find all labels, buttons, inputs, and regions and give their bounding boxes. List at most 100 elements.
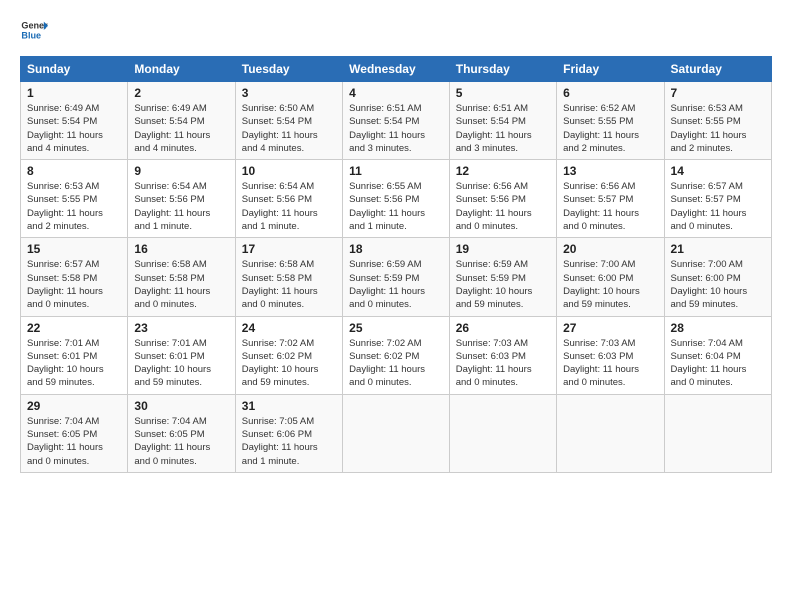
day-number: 25 (349, 321, 443, 335)
day-number: 27 (563, 321, 657, 335)
day-number: 17 (242, 242, 336, 256)
table-row: 22 Sunrise: 7:01 AMSunset: 6:01 PMDayligh… (21, 316, 128, 394)
day-number: 21 (671, 242, 765, 256)
day-detail: Sunrise: 6:55 AMSunset: 5:56 PMDaylight:… (349, 180, 443, 233)
day-number: 8 (27, 164, 121, 178)
day-detail: Sunrise: 6:52 AMSunset: 5:55 PMDaylight:… (563, 102, 657, 155)
calendar-table: Sunday Monday Tuesday Wednesday Thursday… (20, 56, 772, 473)
calendar-row: 8 Sunrise: 6:53 AMSunset: 5:55 PMDaylight… (21, 160, 772, 238)
table-row: 13Sunrise: 6:56 AMSunset: 5:57 PMDayligh… (557, 160, 664, 238)
day-number: 5 (456, 86, 550, 100)
day-number: 14 (671, 164, 765, 178)
day-detail: Sunrise: 6:54 AMSunset: 5:56 PMDaylight:… (242, 180, 336, 233)
table-row: 1 Sunrise: 6:49 AMSunset: 5:54 PMDaylight… (21, 82, 128, 160)
table-row (343, 394, 450, 472)
table-row (557, 394, 664, 472)
table-row: 31 Sunrise: 7:05 AMSunset: 6:06 PMDayligh… (235, 394, 342, 472)
table-row: 30 Sunrise: 7:04 AMSunset: 6:05 PMDayligh… (128, 394, 235, 472)
table-row: 16 Sunrise: 6:58 AMSunset: 5:58 PMDayligh… (128, 238, 235, 316)
day-detail: Sunrise: 7:03 AMSunset: 6:03 PMDaylight:… (456, 337, 550, 390)
header-row: Sunday Monday Tuesday Wednesday Thursday… (21, 57, 772, 82)
table-row: 18Sunrise: 6:59 AMSunset: 5:59 PMDayligh… (343, 238, 450, 316)
day-number: 13 (563, 164, 657, 178)
table-row: 19Sunrise: 6:59 AMSunset: 5:59 PMDayligh… (449, 238, 556, 316)
day-number: 22 (27, 321, 121, 335)
day-detail: Sunrise: 7:04 AMSunset: 6:05 PMDaylight:… (27, 415, 121, 468)
day-number: 2 (134, 86, 228, 100)
day-number: 10 (242, 164, 336, 178)
table-row: 25Sunrise: 7:02 AMSunset: 6:02 PMDayligh… (343, 316, 450, 394)
day-number: 16 (134, 242, 228, 256)
day-number: 20 (563, 242, 657, 256)
day-detail: Sunrise: 7:00 AMSunset: 6:00 PMDaylight:… (671, 258, 765, 311)
table-row: 2Sunrise: 6:49 AMSunset: 5:54 PMDaylight… (128, 82, 235, 160)
day-detail: Sunrise: 6:53 AMSunset: 5:55 PMDaylight:… (27, 180, 121, 233)
col-saturday: Saturday (664, 57, 771, 82)
table-row: 24 Sunrise: 7:02 AMSunset: 6:02 PMDayligh… (235, 316, 342, 394)
table-row: 3Sunrise: 6:50 AMSunset: 5:54 PMDaylight… (235, 82, 342, 160)
calendar-row: 15 Sunrise: 6:57 AMSunset: 5:58 PMDayligh… (21, 238, 772, 316)
day-detail: Sunrise: 7:03 AMSunset: 6:03 PMDaylight:… (563, 337, 657, 390)
day-detail: Sunrise: 6:54 AMSunset: 5:56 PMDaylight:… (134, 180, 228, 233)
day-number: 28 (671, 321, 765, 335)
col-sunday: Sunday (21, 57, 128, 82)
table-row: 14 Sunrise: 6:57 AMSunset: 5:57 PMDayligh… (664, 160, 771, 238)
table-row: 28 Sunrise: 7:04 AMSunset: 6:04 PMDayligh… (664, 316, 771, 394)
table-row: 27 Sunrise: 7:03 AMSunset: 6:03 PMDayligh… (557, 316, 664, 394)
day-number: 29 (27, 399, 121, 413)
col-wednesday: Wednesday (343, 57, 450, 82)
table-row: 15 Sunrise: 6:57 AMSunset: 5:58 PMDayligh… (21, 238, 128, 316)
day-number: 31 (242, 399, 336, 413)
table-row (449, 394, 556, 472)
svg-text:Blue: Blue (21, 30, 41, 40)
calendar-row: 22 Sunrise: 7:01 AMSunset: 6:01 PMDayligh… (21, 316, 772, 394)
day-detail: Sunrise: 7:02 AMSunset: 6:02 PMDaylight:… (242, 337, 336, 390)
day-number: 30 (134, 399, 228, 413)
day-detail: Sunrise: 6:57 AMSunset: 5:57 PMDaylight:… (671, 180, 765, 233)
day-number: 15 (27, 242, 121, 256)
table-row (664, 394, 771, 472)
table-row: 11 Sunrise: 6:55 AMSunset: 5:56 PMDayligh… (343, 160, 450, 238)
col-friday: Friday (557, 57, 664, 82)
table-row: 29 Sunrise: 7:04 AMSunset: 6:05 PMDayligh… (21, 394, 128, 472)
table-row: 9 Sunrise: 6:54 AMSunset: 5:56 PMDaylight… (128, 160, 235, 238)
col-tuesday: Tuesday (235, 57, 342, 82)
day-number: 11 (349, 164, 443, 178)
table-row: 10 Sunrise: 6:54 AMSunset: 5:56 PMDayligh… (235, 160, 342, 238)
table-row: 4Sunrise: 6:51 AMSunset: 5:54 PMDaylight… (343, 82, 450, 160)
day-number: 1 (27, 86, 121, 100)
logo: General Blue (20, 16, 48, 44)
day-detail: Sunrise: 6:58 AMSunset: 5:58 PMDaylight:… (242, 258, 336, 311)
day-number: 26 (456, 321, 550, 335)
day-number: 19 (456, 242, 550, 256)
day-detail: Sunrise: 7:05 AMSunset: 6:06 PMDaylight:… (242, 415, 336, 468)
table-row: 20 Sunrise: 7:00 AMSunset: 6:00 PMDayligh… (557, 238, 664, 316)
day-detail: Sunrise: 6:58 AMSunset: 5:58 PMDaylight:… (134, 258, 228, 311)
page-header: General Blue (20, 16, 772, 44)
day-number: 24 (242, 321, 336, 335)
col-thursday: Thursday (449, 57, 556, 82)
day-detail: Sunrise: 6:57 AMSunset: 5:58 PMDaylight:… (27, 258, 121, 311)
table-row: 5 Sunrise: 6:51 AMSunset: 5:54 PMDaylight… (449, 82, 556, 160)
day-detail: Sunrise: 6:49 AMSunset: 5:54 PMDaylight:… (27, 102, 121, 155)
day-number: 9 (134, 164, 228, 178)
day-detail: Sunrise: 7:04 AMSunset: 6:04 PMDaylight:… (671, 337, 765, 390)
logo-icon: General Blue (20, 16, 48, 44)
day-number: 7 (671, 86, 765, 100)
day-number: 3 (242, 86, 336, 100)
table-row: 23Sunrise: 7:01 AMSunset: 6:01 PMDayligh… (128, 316, 235, 394)
day-detail: Sunrise: 7:04 AMSunset: 6:05 PMDaylight:… (134, 415, 228, 468)
day-detail: Sunrise: 6:51 AMSunset: 5:54 PMDaylight:… (349, 102, 443, 155)
calendar-row: 29 Sunrise: 7:04 AMSunset: 6:05 PMDayligh… (21, 394, 772, 472)
calendar-row: 1 Sunrise: 6:49 AMSunset: 5:54 PMDaylight… (21, 82, 772, 160)
table-row: 6Sunrise: 6:52 AMSunset: 5:55 PMDaylight… (557, 82, 664, 160)
day-number: 23 (134, 321, 228, 335)
table-row: 7Sunrise: 6:53 AMSunset: 5:55 PMDaylight… (664, 82, 771, 160)
day-number: 18 (349, 242, 443, 256)
day-detail: Sunrise: 6:51 AMSunset: 5:54 PMDaylight:… (456, 102, 550, 155)
table-row: 26 Sunrise: 7:03 AMSunset: 6:03 PMDayligh… (449, 316, 556, 394)
table-row: 12Sunrise: 6:56 AMSunset: 5:56 PMDayligh… (449, 160, 556, 238)
day-detail: Sunrise: 7:01 AMSunset: 6:01 PMDaylight:… (27, 337, 121, 390)
table-row: 21 Sunrise: 7:00 AMSunset: 6:00 PMDayligh… (664, 238, 771, 316)
day-detail: Sunrise: 7:00 AMSunset: 6:00 PMDaylight:… (563, 258, 657, 311)
